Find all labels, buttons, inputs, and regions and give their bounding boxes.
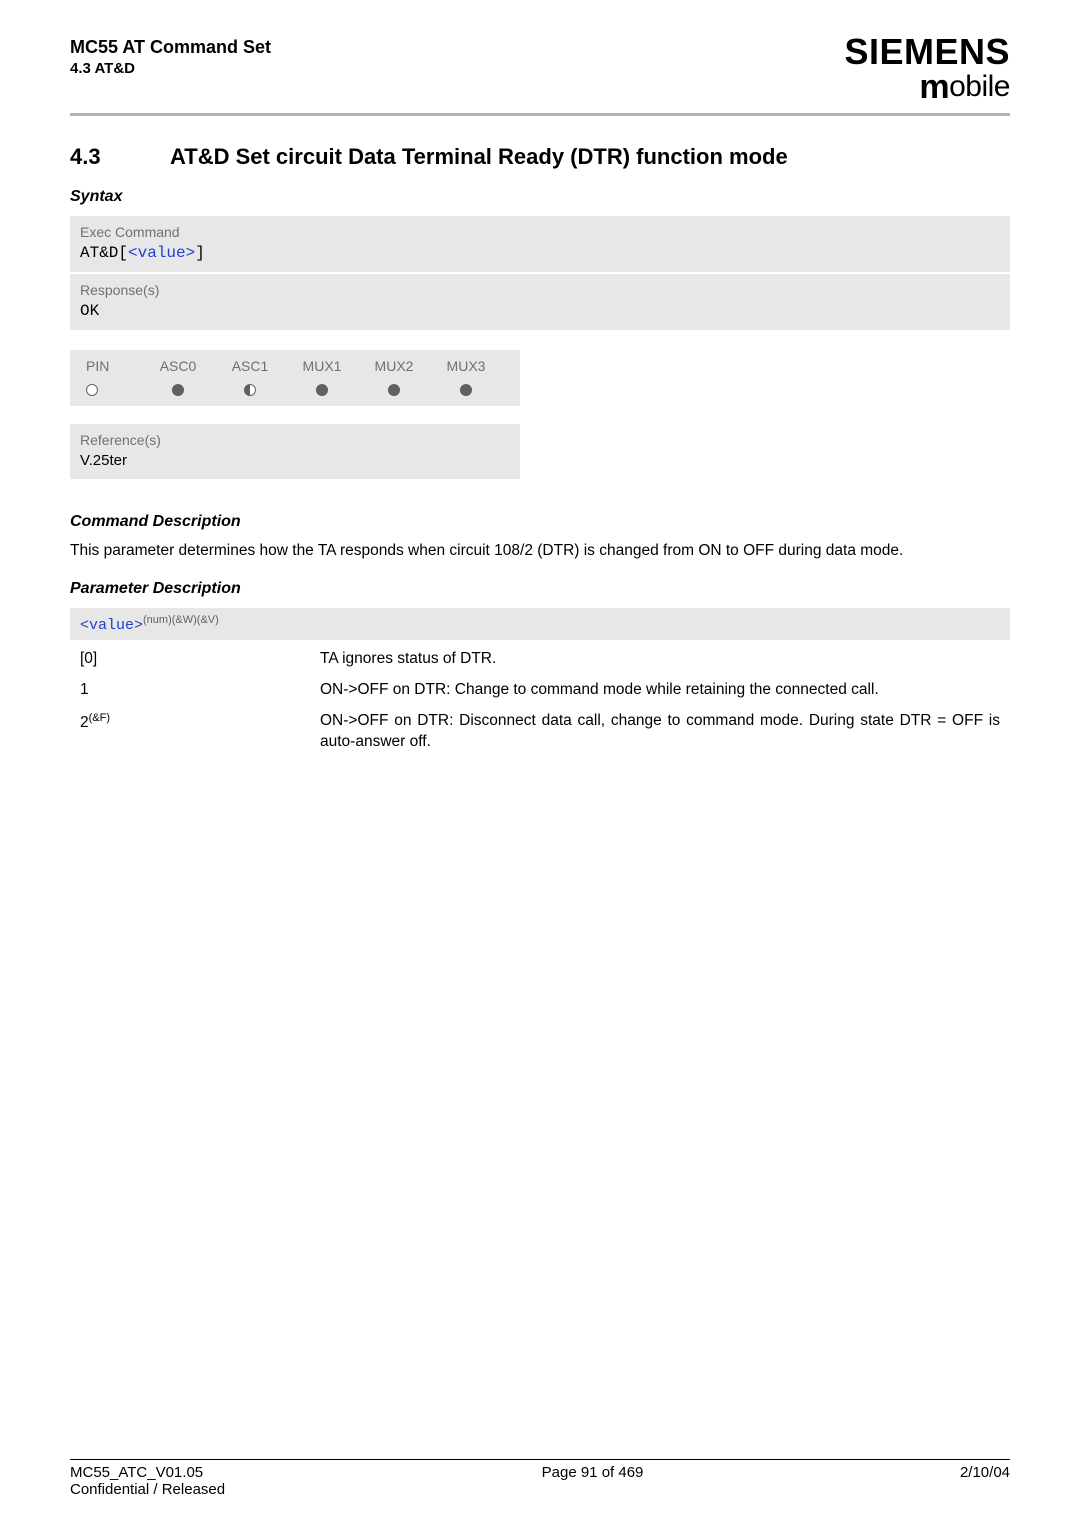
dot-open-icon — [86, 384, 98, 396]
support-state-asc1 — [214, 380, 286, 396]
exec-suffix: ] — [195, 244, 205, 262]
support-state-pin — [84, 380, 142, 396]
support-col-mux2: MUX2 — [358, 358, 430, 374]
support-col-mux3: MUX3 — [430, 358, 502, 374]
param-desc-2: ON->OFF on DTR: Disconnect data call, ch… — [310, 706, 1010, 758]
param-key-2-sup: (&F) — [89, 712, 110, 724]
page-header: MC55 AT Command Set 4.3 AT&D SIEMENS mob… — [70, 36, 1010, 116]
table-row: 1 ON->OFF on DTR: Change to command mode… — [70, 675, 1010, 706]
param-key-2: 2(&F) — [70, 706, 310, 758]
dot-full-icon — [388, 384, 400, 396]
parameter-description-heading: Parameter Description — [70, 580, 1010, 598]
brand-sub-m: m — [919, 68, 949, 106]
command-description-heading: Command Description — [70, 513, 1010, 531]
brand-subline: mobile — [844, 68, 1010, 107]
brand-logo: SIEMENS — [844, 36, 1010, 68]
exec-command-value: AT&D[<value>] — [80, 244, 1000, 262]
command-description-text: This parameter determines how the TA res… — [70, 541, 1010, 562]
support-col-pin: PIN — [84, 358, 142, 374]
footer-confidential: Confidential / Released — [70, 1481, 225, 1498]
param-desc-0: TA ignores status of DTR. — [310, 644, 1010, 675]
footer-center: Page 91 of 469 — [225, 1464, 960, 1498]
header-left: MC55 AT Command Set 4.3 AT&D — [70, 36, 271, 79]
support-col-mux1: MUX1 — [286, 358, 358, 374]
support-state-asc0 — [142, 380, 214, 396]
section-heading-text: AT&D Set circuit Data Terminal Ready (DT… — [170, 144, 788, 169]
support-state-mux1 — [286, 380, 358, 396]
dot-full-icon — [460, 384, 472, 396]
section-title: 4.3AT&D Set circuit Data Terminal Ready … — [70, 144, 1010, 170]
parameter-header: <value>(num)(&W)(&V) — [70, 608, 1010, 640]
dot-half-icon — [244, 384, 256, 396]
table-row: [0] TA ignores status of DTR. — [70, 644, 1010, 675]
response-label: Response(s) — [80, 282, 1000, 298]
response-block: Response(s) OK — [70, 274, 1010, 330]
doc-title: MC55 AT Command Set — [70, 36, 271, 59]
support-state-mux2 — [358, 380, 430, 396]
reference-value: V.25ter — [80, 452, 510, 469]
footer-left: MC55_ATC_V01.05 Confidential / Released — [70, 1464, 225, 1498]
exec-prefix: AT&D[ — [80, 244, 128, 262]
support-state-row — [84, 380, 510, 396]
exec-command-block: Exec Command AT&D[<value>] — [70, 216, 1010, 272]
param-key-2-base: 2 — [80, 714, 89, 731]
brand-sub-rest: obile — [949, 70, 1010, 103]
support-col-asc1: ASC1 — [214, 358, 286, 374]
section-number: 4.3 — [70, 144, 170, 170]
footer-version: MC55_ATC_V01.05 — [70, 1464, 225, 1481]
reference-label: Reference(s) — [80, 432, 510, 448]
support-col-asc0: ASC0 — [142, 358, 214, 374]
footer-right: 2/10/04 — [960, 1464, 1010, 1498]
doc-subsection: 4.3 AT&D — [70, 59, 271, 79]
param-key-0: [0] — [70, 644, 310, 675]
exec-command-label: Exec Command — [80, 224, 1000, 240]
page-footer: MC55_ATC_V01.05 Confidential / Released … — [70, 1459, 1010, 1498]
param-desc-1: ON->OFF on DTR: Change to command mode w… — [310, 675, 1010, 706]
param-key-1: 1 — [70, 675, 310, 706]
parameter-name-link[interactable]: <value> — [80, 617, 143, 634]
response-value: OK — [80, 302, 1000, 320]
parameter-table: [0] TA ignores status of DTR. 1 ON->OFF … — [70, 644, 1010, 758]
parameter-sup: (num)(&W)(&V) — [143, 614, 219, 626]
exec-param-link[interactable]: <value> — [128, 244, 195, 262]
header-right: SIEMENS mobile — [844, 36, 1010, 107]
support-header-row: PIN ASC0 ASC1 MUX1 MUX2 MUX3 — [84, 358, 510, 374]
syntax-heading: Syntax — [70, 188, 1010, 206]
support-table: PIN ASC0 ASC1 MUX1 MUX2 MUX3 — [70, 350, 520, 406]
table-row: 2(&F) ON->OFF on DTR: Disconnect data ca… — [70, 706, 1010, 758]
support-state-mux3 — [430, 380, 502, 396]
dot-full-icon — [172, 384, 184, 396]
dot-full-icon — [316, 384, 328, 396]
reference-block: Reference(s) V.25ter — [70, 424, 520, 479]
